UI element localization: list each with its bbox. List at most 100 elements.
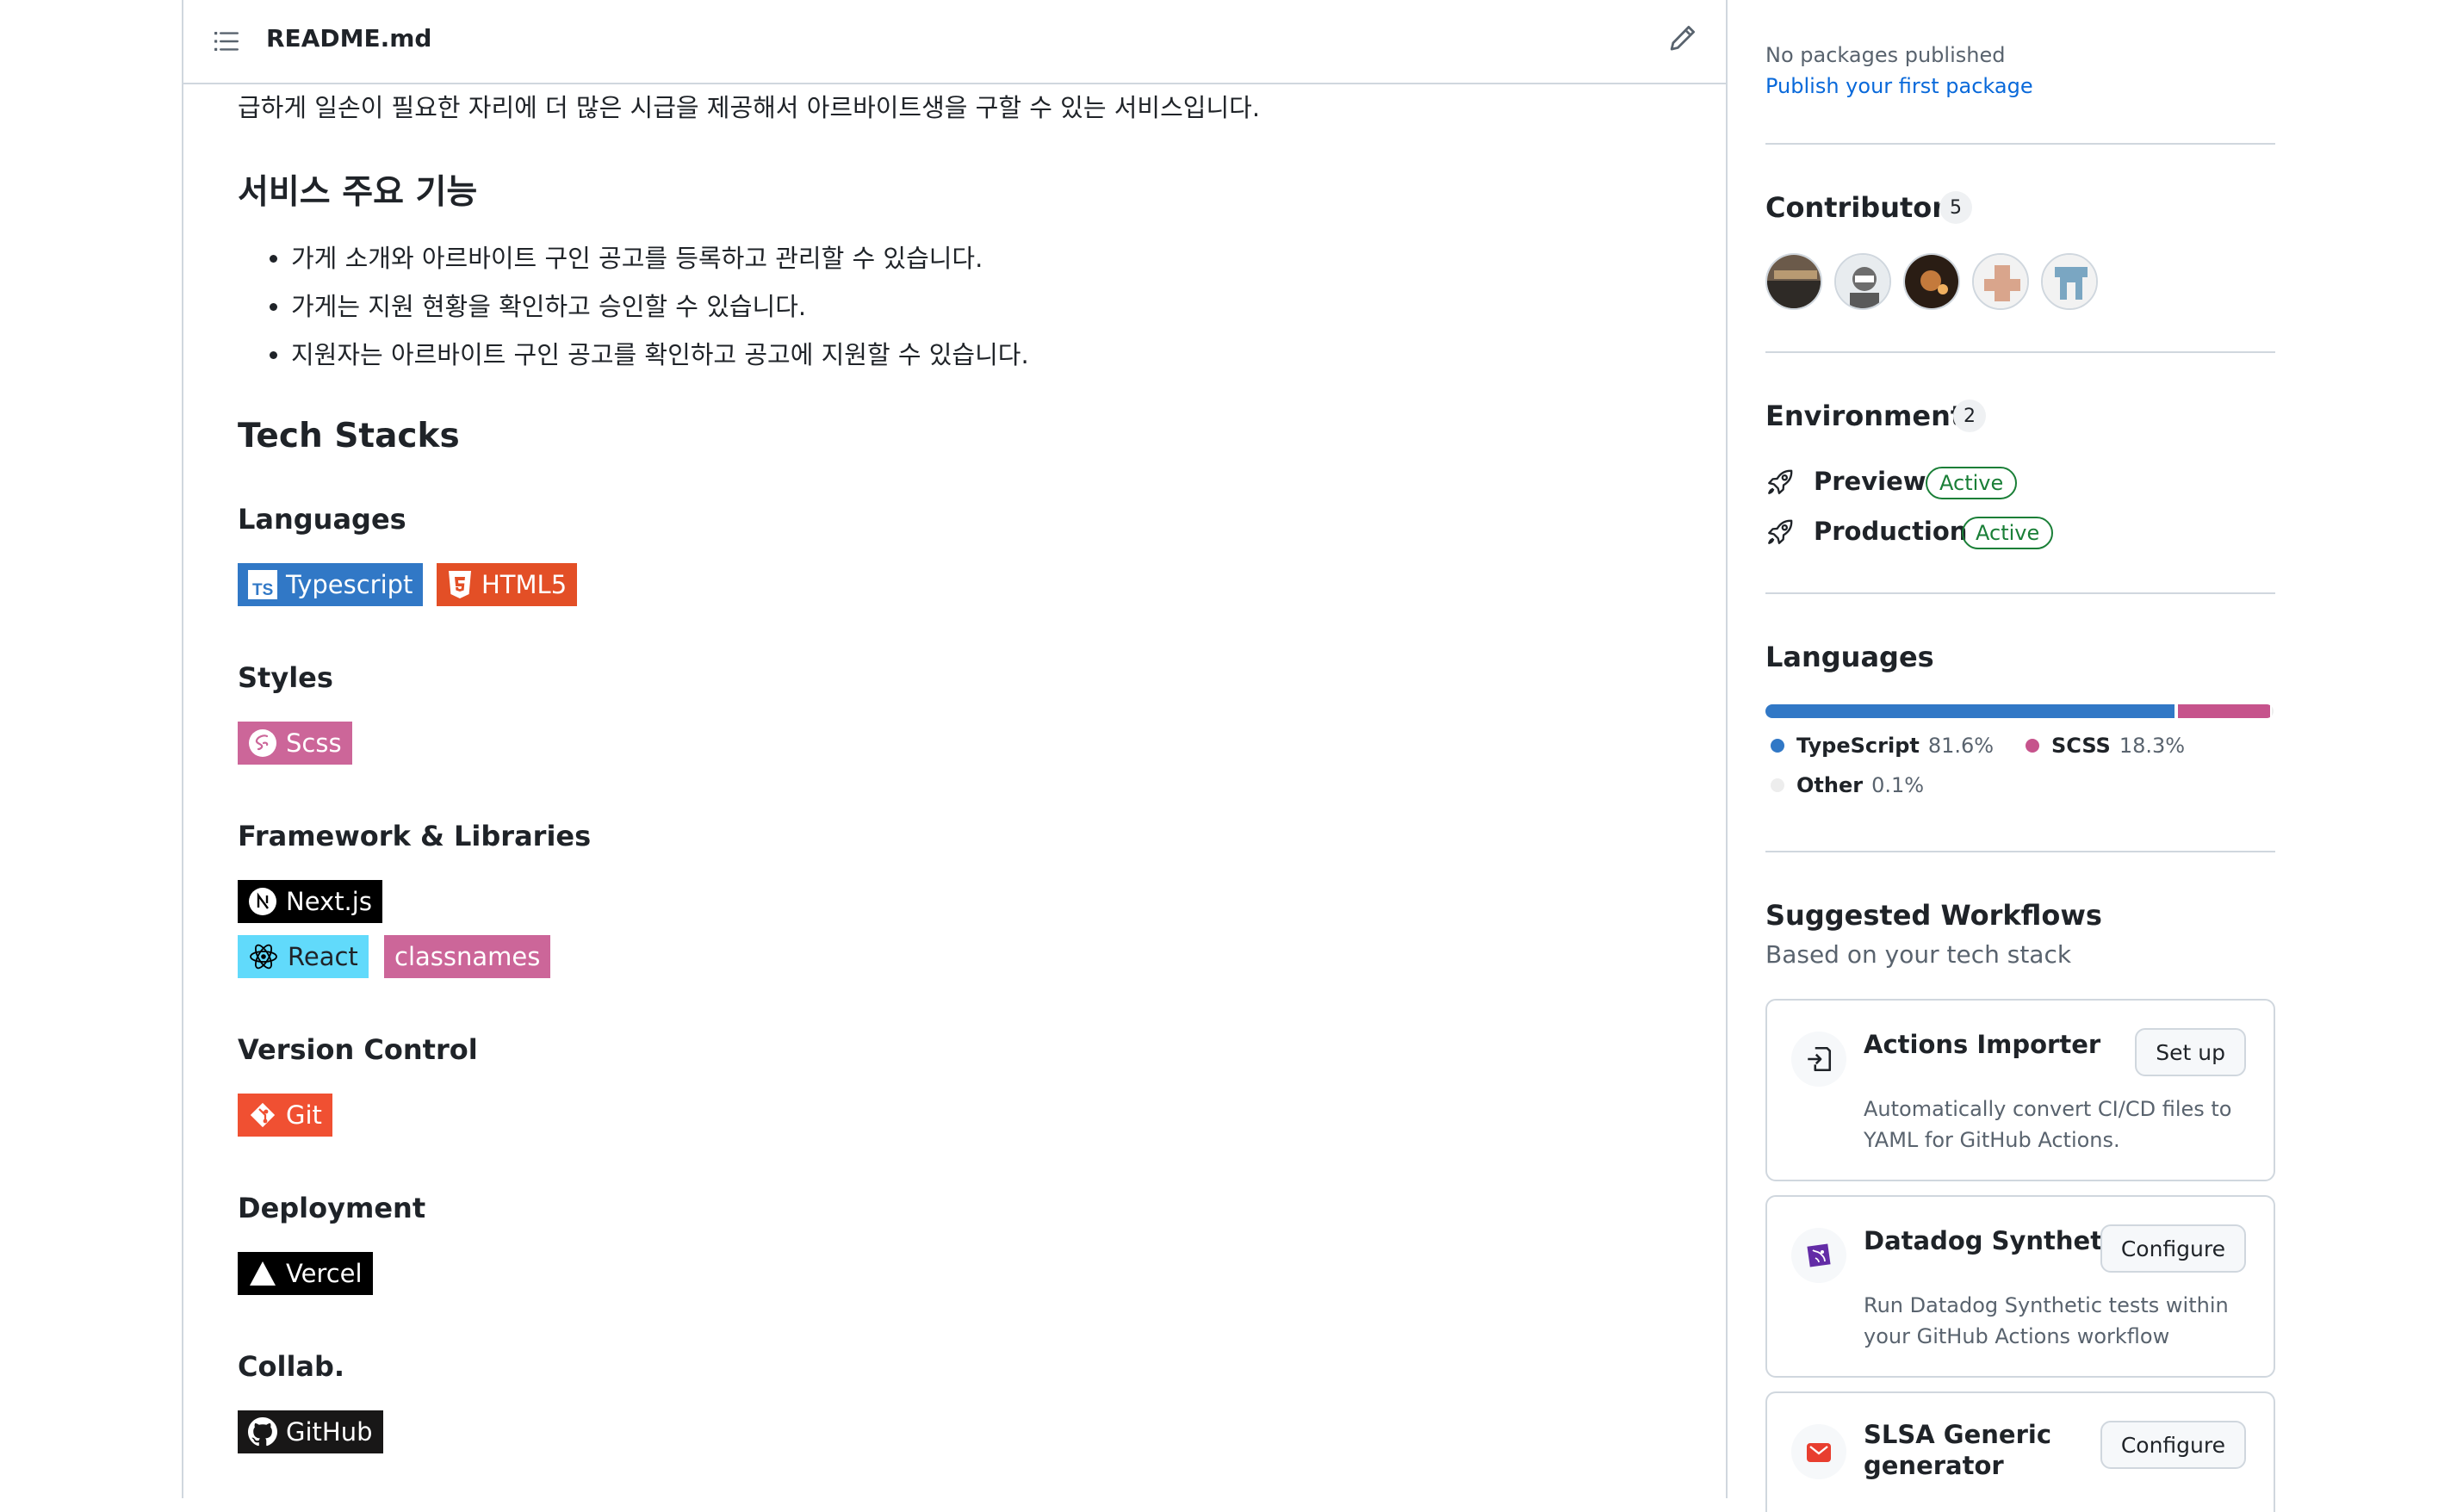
environments-count-badge: 2 bbox=[1953, 400, 1986, 432]
html5-badge[interactable]: HTML5 bbox=[437, 563, 578, 606]
github-icon bbox=[248, 1417, 277, 1447]
sass-icon bbox=[249, 729, 276, 757]
nextjs-badge[interactable]: Next.js bbox=[238, 880, 382, 923]
git-badge[interactable]: Git bbox=[238, 1094, 332, 1137]
languages-title: Languages bbox=[1765, 641, 1934, 673]
workflow-description: Run Datadog Synthetic tests within your … bbox=[1864, 1293, 2229, 1348]
language-name: SCSS bbox=[2051, 734, 2111, 758]
frameworks-heading: Framework & Libraries bbox=[238, 820, 592, 852]
features-list: 가게 소개와 아르바이트 구인 공고를 등록하고 관리할 수 있습니다. 가게는… bbox=[238, 234, 1029, 379]
badge-label: Scss bbox=[286, 728, 342, 758]
language-item-other: Other 0.1% bbox=[1771, 773, 1924, 797]
svg-text:TS: TS bbox=[252, 581, 273, 599]
configure-button[interactable]: Configure bbox=[2100, 1421, 2246, 1469]
setup-button[interactable]: Set up bbox=[2135, 1028, 2246, 1076]
repo-sidebar: No packages published Publish your first… bbox=[1765, 0, 2275, 1512]
workflow-title: Actions Importer bbox=[1864, 1030, 2101, 1059]
languages-heading: Languages bbox=[238, 503, 406, 536]
datadog-icon bbox=[1791, 1228, 1846, 1283]
feature-item: 지원자는 아르바이트 구인 공고를 확인하고 공고에 지원할 수 있습니다. bbox=[291, 331, 1029, 379]
environment-name-preview[interactable]: Preview bbox=[1814, 467, 1926, 496]
workflow-description: Automatically convert CI/CD files to YAM… bbox=[1864, 1097, 2232, 1152]
language-dot bbox=[1771, 778, 1784, 792]
language-item-typescript[interactable]: TypeScript 81.6% bbox=[1771, 734, 1994, 758]
avatar[interactable] bbox=[1834, 253, 1891, 310]
feature-item: 가게 소개와 아르바이트 구인 공고를 등록하고 관리할 수 있습니다. bbox=[291, 234, 1029, 282]
deployment-heading: Deployment bbox=[238, 1192, 426, 1224]
badge-label: Typescript bbox=[286, 570, 413, 599]
language-item-scss[interactable]: SCSS 18.3% bbox=[2026, 734, 2185, 758]
language-percent: 0.1% bbox=[1871, 773, 1925, 797]
avatar[interactable] bbox=[2041, 253, 2098, 310]
environment-row-production[interactable] bbox=[1765, 515, 1795, 549]
language-name: Other bbox=[1796, 773, 1864, 797]
readme-intro-text: 급하게 일손이 필요한 자리에 더 많은 시급을 제공해서 아르바이트생을 구할… bbox=[238, 93, 1261, 122]
avatar[interactable] bbox=[1903, 253, 1960, 310]
vercel-badge[interactable]: Vercel bbox=[238, 1252, 373, 1295]
no-packages-text: No packages published bbox=[1765, 43, 2006, 67]
avatar[interactable] bbox=[1765, 253, 1822, 310]
environments-title[interactable]: Environments bbox=[1765, 400, 1980, 432]
styles-heading: Styles bbox=[238, 661, 333, 694]
language-bar-segment-other bbox=[2272, 704, 2274, 718]
classnames-badge[interactable]: classnames bbox=[384, 935, 551, 978]
badge-label: HTML5 bbox=[481, 570, 568, 599]
sidebar-divider bbox=[1765, 592, 2275, 594]
features-heading: 서비스 주요 기능 bbox=[238, 173, 478, 212]
feature-item: 가게는 지원 현황을 확인하고 승인할 수 있습니다. bbox=[291, 282, 1029, 331]
avatar[interactable] bbox=[1972, 253, 2029, 310]
workflow-card: Actions Importer Set up Automatically co… bbox=[1765, 999, 2275, 1181]
slsa-icon bbox=[1791, 1424, 1846, 1479]
workflow-title: SLSA Generic generator bbox=[1864, 1420, 2052, 1480]
collab-heading: Collab. bbox=[238, 1350, 345, 1383]
sidebar-divider bbox=[1765, 351, 2275, 353]
contributors-title[interactable]: Contributors bbox=[1765, 191, 1962, 224]
import-icon bbox=[1791, 1032, 1846, 1087]
rocket-icon bbox=[1768, 469, 1793, 494]
language-percent: 81.6% bbox=[1927, 734, 1995, 758]
language-bar-segment-typescript bbox=[1765, 704, 2175, 718]
configure-button[interactable]: Configure bbox=[2100, 1224, 2246, 1273]
scss-badge[interactable]: Scss bbox=[238, 722, 352, 765]
outline-list-icon[interactable] bbox=[213, 28, 240, 55]
language-percent: 18.3% bbox=[2119, 734, 2186, 758]
page-gutter bbox=[0, 0, 182, 1474]
badge-label: React bbox=[288, 942, 358, 971]
typescript-badge[interactable]: TS Typescript bbox=[238, 563, 424, 606]
vercel-icon bbox=[250, 1261, 276, 1286]
workflow-title: Datadog Synthetics bbox=[1864, 1226, 2141, 1255]
badge-label: GitHub bbox=[286, 1417, 373, 1447]
github-badge[interactable]: GitHub bbox=[238, 1410, 383, 1453]
react-badge[interactable]: React bbox=[238, 935, 369, 978]
environment-status-badge: Active bbox=[1962, 517, 2054, 549]
workflow-card: Datadog Synthetics Configure Run Datadog… bbox=[1765, 1195, 2275, 1378]
badge-label: Git bbox=[286, 1100, 322, 1130]
badge-label: Vercel bbox=[286, 1259, 363, 1288]
react-icon bbox=[250, 944, 277, 970]
language-name: TypeScript bbox=[1796, 734, 1920, 758]
badge-label: classnames bbox=[394, 942, 541, 971]
rocket-icon bbox=[1768, 519, 1793, 544]
typescript-icon: TS bbox=[248, 570, 277, 599]
publish-package-link[interactable]: Publish your first package bbox=[1765, 74, 2033, 98]
contributors-count-badge: 5 bbox=[1939, 191, 1972, 224]
language-bar bbox=[1765, 704, 2274, 718]
workflow-card: SLSA Generic generator Configure bbox=[1765, 1391, 2275, 1512]
sidebar-divider bbox=[1765, 851, 2275, 852]
suggested-workflows-title: Suggested Workflows bbox=[1765, 899, 2102, 932]
readme-header: README.md bbox=[183, 0, 1726, 84]
tech-stacks-heading: Tech Stacks bbox=[238, 417, 460, 455]
badge-label: Next.js bbox=[286, 887, 372, 916]
edit-pencil-icon[interactable] bbox=[1667, 24, 1697, 53]
nextjs-icon bbox=[249, 888, 276, 915]
language-dot bbox=[2026, 739, 2039, 753]
suggested-workflows-subtitle: Based on your tech stack bbox=[1765, 940, 2072, 969]
language-dot bbox=[1771, 739, 1784, 753]
language-bar-segment-scss bbox=[2178, 704, 2270, 718]
environment-name-production[interactable]: Production bbox=[1814, 517, 1967, 546]
readme-file-name: README.md bbox=[266, 24, 432, 53]
environment-row-preview[interactable] bbox=[1765, 465, 1795, 499]
environment-status-badge: Active bbox=[1926, 467, 2018, 499]
sidebar-divider bbox=[1765, 143, 2275, 145]
readme-panel: README.md 급하게 일손이 필요한 자리에 더 많은 시급을 제공해서 … bbox=[182, 0, 1728, 1498]
